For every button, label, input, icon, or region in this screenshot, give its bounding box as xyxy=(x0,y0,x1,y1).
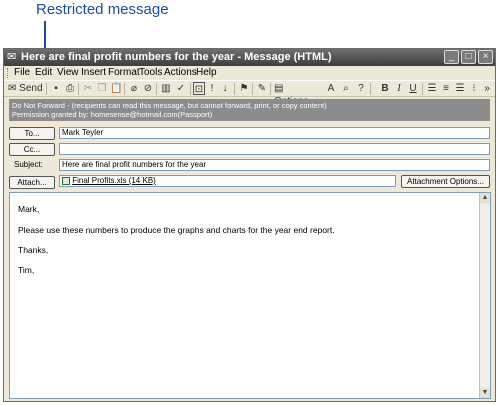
toolbar-separator xyxy=(370,83,371,95)
body-greeting: Mark, xyxy=(18,204,40,214)
menu-insert[interactable]: Insert xyxy=(81,67,106,78)
body-closing: Thanks, xyxy=(18,245,49,255)
attachment-name[interactable]: Final Profits.xls (14 KB) xyxy=(72,176,156,185)
copy-icon[interactable]: ❐ xyxy=(96,82,108,95)
menu-grip-icon xyxy=(7,68,9,78)
message-window: ✉ Here are final profit numbers for the … xyxy=(3,48,496,402)
title-bar[interactable]: ✉ Here are final profit numbers for the … xyxy=(4,49,495,66)
restriction-info-bar: Do Not Forward - (recipients can read th… xyxy=(9,99,490,121)
address-book-icon[interactable]: ▥ xyxy=(160,82,172,95)
send-icon: ✉ xyxy=(8,83,17,94)
attachment-field[interactable]: Final Profits.xls (14 KB) xyxy=(59,175,396,187)
menu-format[interactable]: Format xyxy=(108,67,140,78)
toolbar-separator xyxy=(78,83,79,95)
to-button[interactable]: To... xyxy=(9,127,55,140)
importance-low-icon[interactable]: ↓ xyxy=(220,82,230,95)
toolbar-separator xyxy=(270,83,271,95)
excel-file-icon xyxy=(62,176,70,185)
subject-field[interactable]: Here are final profit numbers for the ye… xyxy=(59,159,490,171)
menu-file[interactable]: File xyxy=(14,67,30,78)
font-size-icon[interactable]: A xyxy=(325,82,337,95)
cut-icon[interactable]: ✂ xyxy=(82,82,94,95)
scroll-down-icon[interactable]: ▼ xyxy=(480,388,490,398)
align-center-icon[interactable]: ≡ xyxy=(440,82,452,95)
message-body[interactable]: Mark, Please use these numbers to produc… xyxy=(9,192,491,399)
options-icon: ▤ xyxy=(274,83,284,94)
signature-icon[interactable]: ✎ xyxy=(256,82,268,95)
callout-label: Restricted message xyxy=(36,1,169,18)
send-button[interactable]: ✉ Send xyxy=(8,82,44,95)
vertical-scrollbar[interactable]: ▲ ▼ xyxy=(479,193,490,398)
attach-file-icon[interactable]: ⌀ xyxy=(128,82,140,95)
underline-button[interactable]: U xyxy=(408,82,418,95)
italic-button[interactable]: I xyxy=(394,82,404,95)
close-button[interactable]: × xyxy=(478,50,493,64)
body-signature: Tim, xyxy=(18,265,35,275)
scroll-up-icon[interactable]: ▲ xyxy=(480,193,490,203)
save-icon[interactable]: ▪ xyxy=(50,82,62,95)
toolbar-separator xyxy=(156,83,157,95)
subject-label: Subject: xyxy=(14,160,43,169)
permission-notice: Permission granted by: homesense@hotmail… xyxy=(12,110,213,119)
cc-button[interactable]: Cc... xyxy=(9,143,55,156)
minimize-button[interactable]: _ xyxy=(444,50,459,64)
attach-button[interactable]: Attach... xyxy=(9,176,55,189)
bold-button[interactable]: B xyxy=(380,82,390,95)
window-title: Here are final profit numbers for the ye… xyxy=(21,51,332,63)
cc-field[interactable] xyxy=(59,143,490,155)
body-paragraph: Please use these numbers to produce the … xyxy=(18,225,335,235)
search-icon[interactable]: ⌕ xyxy=(340,82,352,95)
maximize-button[interactable]: □ xyxy=(461,50,476,64)
envelope-icon: ✉ xyxy=(7,51,17,63)
help-icon[interactable]: ? xyxy=(355,82,367,95)
paste-icon[interactable]: 📋 xyxy=(110,82,122,95)
send-label: Send xyxy=(19,83,43,94)
align-left-icon[interactable]: ☰ xyxy=(426,82,438,95)
menu-view[interactable]: View xyxy=(57,67,79,78)
menu-bar: File Edit View Insert Format Tools Actio… xyxy=(4,66,495,80)
permission-icon[interactable]: ⊡ xyxy=(193,82,205,95)
restriction-notice: Do Not Forward - (recipients can read th… xyxy=(12,101,327,110)
toolbar-separator xyxy=(190,83,191,95)
importance-high-icon[interactable]: ! xyxy=(208,82,216,95)
check-names-icon[interactable]: ✓ xyxy=(174,82,188,95)
menu-edit[interactable]: Edit xyxy=(35,67,52,78)
align-right-icon[interactable]: ☰ xyxy=(454,82,466,95)
menu-tools[interactable]: Tools xyxy=(139,67,162,78)
print-icon[interactable]: ⎙ xyxy=(64,82,76,95)
toolbar-separator xyxy=(234,83,235,95)
menu-actions[interactable]: Actions xyxy=(164,67,197,78)
toolbar-separator xyxy=(46,83,47,95)
attachment-options-button[interactable]: Attachment Options... xyxy=(401,175,490,188)
toolbar-separator xyxy=(422,83,423,95)
options-button[interactable]: ▤ Options... xyxy=(274,82,324,107)
toolbar: ✉ Send ▪ ⎙ ✂ ❐ 📋 ⌀ ⊘ ▥ ✓ ⊡ ! ↓ ⚑ ✎ ▤ Opt… xyxy=(4,80,495,107)
bullet-list-icon[interactable]: ⁝ xyxy=(468,82,480,95)
toolbar-separator xyxy=(124,83,125,95)
menu-help[interactable]: Help xyxy=(196,67,217,78)
toolbar-overflow-icon[interactable]: » xyxy=(482,82,492,95)
to-field[interactable]: Mark Teyler xyxy=(59,127,490,139)
paperclip-icon[interactable]: ⊘ xyxy=(142,82,154,95)
toolbar-separator xyxy=(252,83,253,95)
flag-icon[interactable]: ⚑ xyxy=(238,82,250,95)
